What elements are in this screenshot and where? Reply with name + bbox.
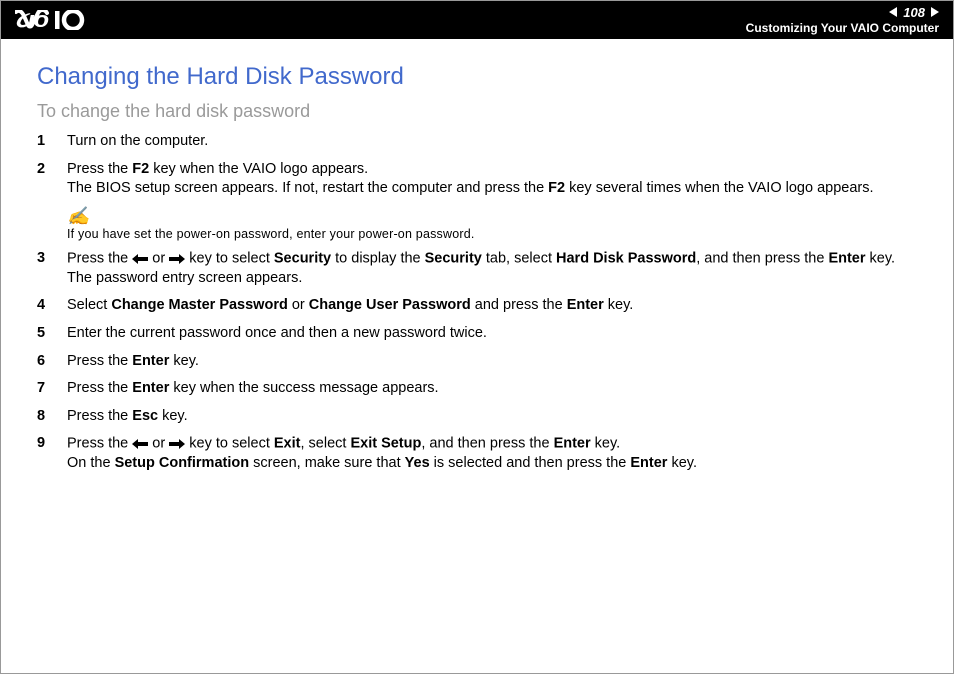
step-8: 8 Press the Esc key. [37,407,917,427]
text: key. [169,353,199,369]
step-3: 3 Press the or key to select Security to… [37,249,917,289]
text: to display the [331,250,425,266]
step-body: Turn on the computer. [67,132,917,152]
text: screen, make sure that [249,455,405,471]
key-name: Enter [567,297,604,313]
bold-term: Security [274,250,331,266]
bold-term: Change User Password [309,297,471,313]
text: , and then press the [421,436,553,452]
bold-term: Change Master Password [111,297,287,313]
arrow-left-icon [132,434,148,454]
text: and press the [471,297,567,313]
bold-term: Exit Setup [350,436,421,452]
step-body: Press the or key to select Security to d… [67,249,917,289]
steps-list: 1 Turn on the computer. 2 Press the F2 k… [37,132,917,474]
text: Press the [67,408,132,424]
text: or [148,436,169,452]
bold-term: Yes [405,455,430,471]
key-name: Enter [132,380,169,396]
step-number: 8 [37,407,67,427]
text: The password entry screen appears. [67,270,302,286]
step-number: 9 [37,434,67,474]
step-number: 3 [37,249,67,289]
text: Press the [67,250,132,266]
text: Press the [67,161,132,177]
key-name: F2 [548,180,565,196]
step-number: 2 [37,160,67,199]
arrow-right-icon [169,249,185,269]
text: key several times when the VAIO logo app… [565,180,873,196]
step-body: Press the or key to select Exit, select … [67,434,917,474]
bold-term: Setup Confirmation [115,455,250,471]
page-title: Changing the Hard Disk Password [37,63,917,91]
page-number: 108 [903,5,925,21]
step-body: Press the F2 key when the VAIO logo appe… [67,160,917,199]
text: key when the VAIO logo appears. [149,161,368,177]
text: Press the [67,380,132,396]
note-block: ✍ If you have set the power-on password,… [67,207,917,241]
header-bar: ૮ıo 108 Customizing Your VAIO Computer [1,1,953,39]
text: key to select [185,436,274,452]
note-icon: ✍ [67,207,917,225]
vaio-logo: ૮ıo [15,10,110,30]
key-name: Enter [132,353,169,369]
key-name: Enter [554,436,591,452]
text: key. [591,436,621,452]
page-nav: 108 [889,5,939,21]
text: key. [667,455,697,471]
key-name: Esc [132,408,158,424]
step-6: 6 Press the Enter key. [37,352,917,372]
arrow-right-icon [169,434,185,454]
text: key. [158,408,188,424]
text: tab, select [482,250,556,266]
text: The BIOS setup screen appears. If not, r… [67,180,548,196]
bold-term: Security [425,250,482,266]
text: , and then press the [696,250,828,266]
section-label: Customizing Your VAIO Computer [746,21,939,35]
step-body: Press the Enter key when the success mes… [67,379,917,399]
step-body: Press the Enter key. [67,352,917,372]
text: key. [604,297,634,313]
key-name: Enter [630,455,667,471]
text: Press the [67,353,132,369]
prev-page-icon[interactable] [889,7,897,17]
step-body: Enter the current password once and then… [67,324,917,344]
step-body: Select Change Master Password or Change … [67,296,917,316]
arrow-left-icon [132,249,148,269]
content-area: Changing the Hard Disk Password To chang… [1,39,953,474]
key-name: F2 [132,161,149,177]
text: Press the [67,436,132,452]
header-right: 108 Customizing Your VAIO Computer [746,5,939,36]
step-9: 9 Press the or key to select Exit, selec… [37,434,917,474]
text: is selected and then press the [430,455,631,471]
step-7: 7 Press the Enter key when the success m… [37,379,917,399]
text: or [148,250,169,266]
step-5: 5 Enter the current password once and th… [37,324,917,344]
step-body: Press the Esc key. [67,407,917,427]
text: , select [300,436,350,452]
step-4: 4 Select Change Master Password or Chang… [37,296,917,316]
text: Select [67,297,111,313]
text: key when the success message appears. [169,380,438,396]
bold-term: Exit [274,436,301,452]
step-number: 1 [37,132,67,152]
text: On the [67,455,115,471]
step-2: 2 Press the F2 key when the VAIO logo ap… [37,160,917,199]
bold-term: Hard Disk Password [556,250,696,266]
step-1: 1 Turn on the computer. [37,132,917,152]
key-name: Enter [828,250,865,266]
text: key to select [185,250,274,266]
step-number: 6 [37,352,67,372]
step-number: 4 [37,296,67,316]
text: key. [866,250,896,266]
text: or [288,297,309,313]
page-subtitle: To change the hard disk password [37,101,917,122]
next-page-icon[interactable] [931,7,939,17]
step-number: 7 [37,379,67,399]
note-text: If you have set the power-on password, e… [67,227,917,241]
step-number: 5 [37,324,67,344]
